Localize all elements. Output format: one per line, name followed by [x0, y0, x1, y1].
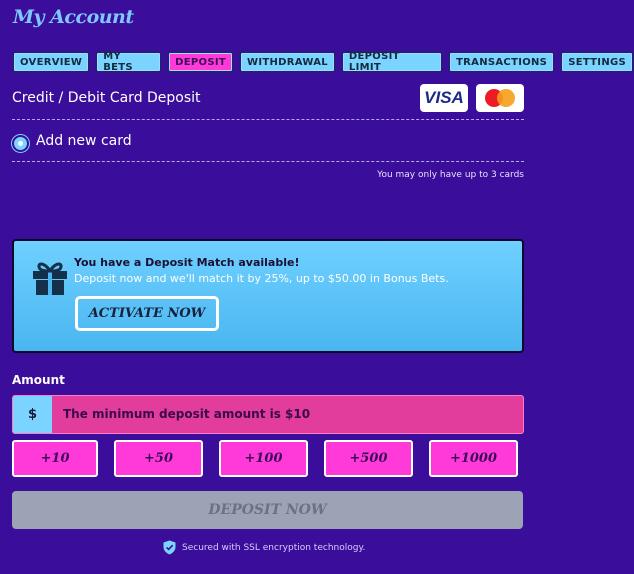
tab-deposit-limit[interactable]: DEPOSIT LIMIT: [340, 51, 444, 73]
card-limit-note: You may only have up to 3 cards: [377, 170, 524, 180]
amount-validation-message: The minimum deposit amount is $10: [63, 407, 311, 421]
card-deposit-heading: Credit / Debit Card Deposit: [12, 90, 201, 106]
page-title: My Account: [13, 6, 134, 28]
add-100-button[interactable]: +100: [219, 440, 308, 477]
ssl-notice: Secured with SSL encryption technology.: [163, 540, 365, 555]
account-tabs: OVERVIEW MY BETS DEPOSIT WITHDRAWAL DEPO…: [12, 51, 634, 73]
mastercard-icon: [476, 84, 524, 112]
visa-logo: VISA: [420, 84, 468, 112]
amount-input[interactable]: $ The minimum deposit amount is $10: [12, 395, 524, 434]
tab-settings[interactable]: SETTINGS: [560, 51, 634, 73]
amount-label: Amount: [12, 373, 65, 387]
gift-icon: [33, 262, 67, 295]
divider: [12, 161, 524, 162]
tab-transactions[interactable]: TRANSACTIONS: [448, 51, 556, 73]
activate-now-button[interactable]: ACTIVATE NOW: [75, 296, 219, 331]
quick-add-buttons: +10 +50 +100 +500 +1000: [12, 440, 518, 477]
card-brands: VISA: [420, 84, 524, 112]
add-card-radio[interactable]: [12, 135, 29, 152]
add-10-button[interactable]: +10: [12, 440, 98, 477]
add-50-button[interactable]: +50: [114, 440, 203, 477]
tab-my-bets[interactable]: MY BETS: [95, 51, 163, 73]
promo-heading: You have a Deposit Match available!: [74, 256, 300, 269]
currency-symbol: $: [13, 396, 52, 433]
divider: [12, 119, 524, 120]
ssl-text: Secured with SSL encryption technology.: [182, 542, 366, 553]
tab-withdrawal[interactable]: WITHDRAWAL: [238, 51, 336, 73]
tab-deposit[interactable]: DEPOSIT: [167, 51, 234, 73]
deposit-now-button[interactable]: DEPOSIT NOW: [12, 491, 523, 529]
add-1000-button[interactable]: +1000: [429, 440, 518, 477]
add-500-button[interactable]: +500: [324, 440, 413, 477]
shield-check-icon: [163, 540, 176, 555]
add-new-card-label[interactable]: Add new card: [36, 133, 132, 149]
deposit-match-banner: You have a Deposit Match available! Depo…: [12, 239, 524, 353]
promo-subtext: Deposit now and we'll match it by 25%, u…: [74, 272, 449, 285]
visa-label: VISA: [424, 88, 464, 107]
tab-overview[interactable]: OVERVIEW: [12, 51, 91, 73]
